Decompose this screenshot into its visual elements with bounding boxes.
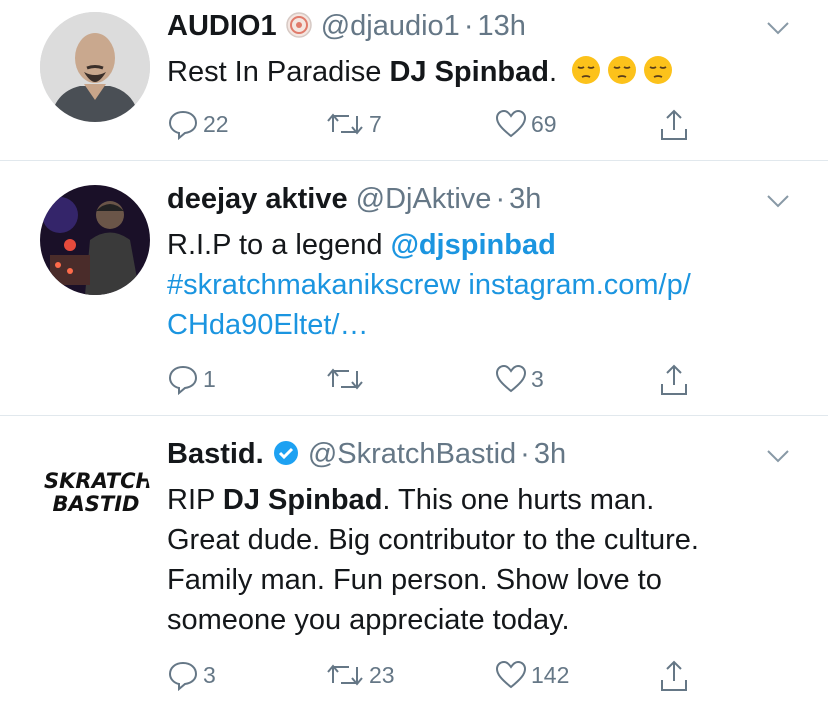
reply-count: 1	[203, 365, 216, 392]
reply-button[interactable]: 22	[167, 108, 229, 140]
handle[interactable]: @DjAktive	[356, 183, 492, 215]
tweet-text: Rest In Paradise DJ Spinbad.	[167, 52, 787, 92]
retweet-icon	[327, 113, 363, 135]
avatar[interactable]	[40, 185, 150, 295]
tweet-text: RIP DJ Spinbad. This one hurts man. Grea…	[167, 480, 787, 640]
tweet-3[interactable]: SKRATCH BASTID Bastid. @SkratchBastid · 3h…	[0, 416, 828, 704]
handle[interactable]: @djaudio1	[321, 10, 460, 42]
retweet-button[interactable]	[325, 363, 369, 395]
text-line: someone you appreciate today.	[167, 604, 570, 636]
text-line: Family man. Fun person. Show love to	[167, 564, 662, 596]
separator-dot: ·	[495, 183, 506, 215]
like-count: 69	[531, 110, 557, 137]
tweet-header: AUDIO1 @djaudio1 · 13h	[167, 10, 526, 43]
retweet-button[interactable]: 23	[325, 659, 395, 691]
reply-button[interactable]: 1	[167, 363, 216, 395]
retweet-icon	[327, 664, 363, 686]
share-button[interactable]	[657, 363, 691, 397]
tweet-actions: 22 7 69	[167, 108, 707, 142]
handle[interactable]: @SkratchBastid	[308, 438, 516, 470]
avatar[interactable]	[40, 12, 150, 122]
tweet-header: Bastid. @SkratchBastid · 3h	[167, 438, 566, 471]
tweet-header: deejay aktive @DjAktive · 3h	[167, 183, 541, 216]
tweet-1[interactable]: AUDIO1 @djaudio1 · 13h Rest In Paradise DJ…	[0, 0, 828, 160]
share-button[interactable]	[657, 659, 691, 693]
display-name[interactable]: AUDIO1	[167, 10, 277, 42]
mention-link[interactable]: @djspinbad	[391, 229, 556, 261]
tweet-actions: 3 23 142	[167, 659, 707, 693]
avatar-logo-line: BASTID	[52, 492, 140, 516]
like-button[interactable]: 142	[495, 659, 569, 691]
display-name[interactable]: deejay aktive	[167, 183, 348, 215]
text-segment: RIP	[167, 484, 223, 516]
reply-count: 3	[203, 661, 216, 688]
like-count: 142	[531, 661, 570, 688]
reply-button[interactable]: 3	[167, 659, 216, 691]
heart-icon	[495, 109, 527, 138]
avatar-logo: SKRATCH BASTID	[44, 469, 150, 516]
text-segment: R.I.P to a legend	[167, 229, 391, 261]
url-link[interactable]: instagram.com/p/	[468, 269, 690, 301]
timestamp[interactable]: 13h	[477, 10, 525, 42]
like-count: 3	[531, 365, 544, 392]
avatar[interactable]: SKRATCH BASTID	[40, 440, 150, 550]
pensive-emoji-icon	[572, 56, 601, 84]
retweet-count: 7	[369, 110, 382, 137]
pensive-emoji-icon	[644, 56, 673, 84]
text-line: Great dude. Big contributor to the cultu…	[167, 524, 699, 556]
text-bold: DJ Spinbad	[222, 484, 383, 516]
share-icon	[661, 109, 687, 140]
tweet-actions: 1 3	[167, 363, 707, 397]
text-line: RIP DJ Spinbad. This one hurts man.	[167, 480, 787, 520]
chevron-down-icon[interactable]	[766, 448, 790, 464]
url-link-continued[interactable]: CHda90Eltet/…	[167, 309, 369, 341]
heart-icon	[495, 660, 527, 689]
tweet-text: R.I.P to a legend @djspinbad #skratchmak…	[167, 225, 787, 345]
display-name[interactable]: Bastid.	[167, 438, 264, 470]
timestamp[interactable]: 3h	[534, 438, 566, 470]
text-bold: DJ Spinbad	[389, 56, 549, 88]
retweet-icon	[327, 368, 363, 390]
reply-count: 22	[203, 110, 229, 137]
timestamp[interactable]: 3h	[509, 183, 541, 215]
reply-icon	[168, 365, 198, 395]
reply-icon	[168, 110, 198, 140]
text-line: #skratchmakanikscrew instagram.com/p/	[167, 265, 787, 305]
like-button[interactable]: 3	[495, 363, 544, 395]
tweet-2[interactable]: deejay aktive @DjAktive · 3h R.I.P to a le…	[0, 161, 828, 415]
text-segment: .	[548, 56, 558, 88]
hashtag-link[interactable]: #skratchmakanikscrew	[167, 269, 460, 301]
separator-dot: ·	[463, 10, 474, 42]
retweet-count: 23	[369, 661, 395, 688]
retweet-button[interactable]: 7	[325, 108, 382, 140]
heart-icon	[495, 364, 527, 393]
avatar-logo-line: SKRATCH	[44, 469, 150, 493]
text-line: CHda90Eltet/…	[167, 305, 787, 345]
chevron-down-icon[interactable]	[766, 20, 790, 36]
chevron-down-icon[interactable]	[766, 193, 790, 209]
verified-badge-icon	[272, 439, 300, 467]
share-button[interactable]	[657, 108, 691, 142]
separator-dot: ·	[520, 438, 530, 470]
share-icon	[661, 660, 687, 691]
pensive-emoji-icon	[608, 56, 637, 84]
text-segment: Rest In Paradise	[167, 56, 390, 88]
like-button[interactable]: 69	[495, 108, 557, 140]
share-icon	[661, 364, 687, 395]
reply-icon	[168, 661, 198, 691]
badge-icon	[285, 11, 313, 39]
text-segment: . This one hurts man.	[382, 484, 655, 516]
text-line: R.I.P to a legend @djspinbad	[167, 225, 787, 265]
